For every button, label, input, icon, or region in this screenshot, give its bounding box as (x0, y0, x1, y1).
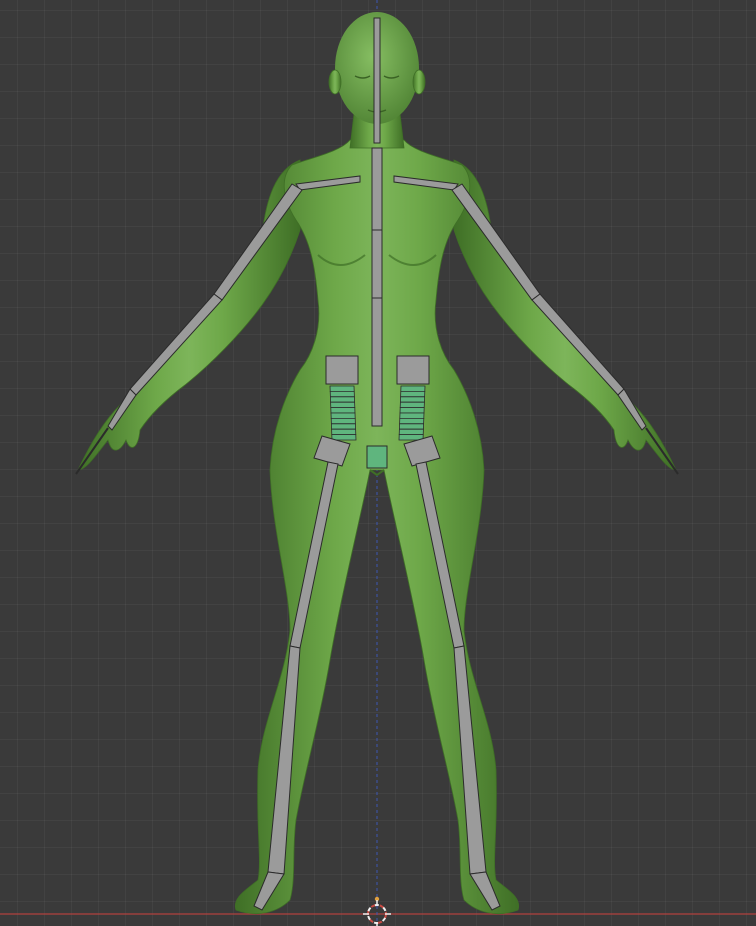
mesh-ear-left (328, 69, 342, 95)
bbone-segment (330, 412, 356, 419)
3d-viewport[interactable] (0, 0, 756, 926)
bbone-segment (330, 407, 356, 414)
bone-bbone-left[interactable] (329, 385, 357, 441)
bbone-segment (329, 390, 355, 398)
bbone-segment (329, 396, 356, 403)
bbone-segment (398, 423, 425, 430)
bone-spine-mid[interactable] (371, 229, 383, 299)
bone-head[interactable] (373, 17, 381, 144)
bone-finger-right[interactable] (645, 427, 679, 475)
bbone-segment (399, 417, 425, 425)
bone-spine-upper[interactable] (371, 147, 383, 231)
bbone-segment (399, 412, 425, 419)
bbone-segment (331, 428, 357, 436)
bone-hip-left[interactable] (325, 355, 359, 385)
bbone-segment (400, 390, 426, 398)
bbone-segment (330, 417, 356, 425)
bbone-segment (398, 428, 424, 436)
bbone-segment (399, 407, 425, 414)
bone-finger-left[interactable] (75, 427, 109, 475)
bbone-segment (399, 396, 426, 403)
mesh-ear-right (412, 69, 426, 95)
bbone-segment (330, 423, 357, 430)
bbone-segment (329, 385, 355, 392)
bbone-segment (331, 434, 357, 441)
bone-spine-lower[interactable] (371, 297, 383, 427)
viewport-scene[interactable] (0, 0, 756, 926)
bbone-segment (330, 401, 356, 409)
bbone-segment (399, 401, 425, 409)
bone-hip-right[interactable] (396, 355, 430, 385)
bbone-segment (400, 385, 426, 392)
bone-bbone-right[interactable] (398, 385, 426, 441)
bone-pelvis-selected[interactable] (366, 445, 388, 469)
